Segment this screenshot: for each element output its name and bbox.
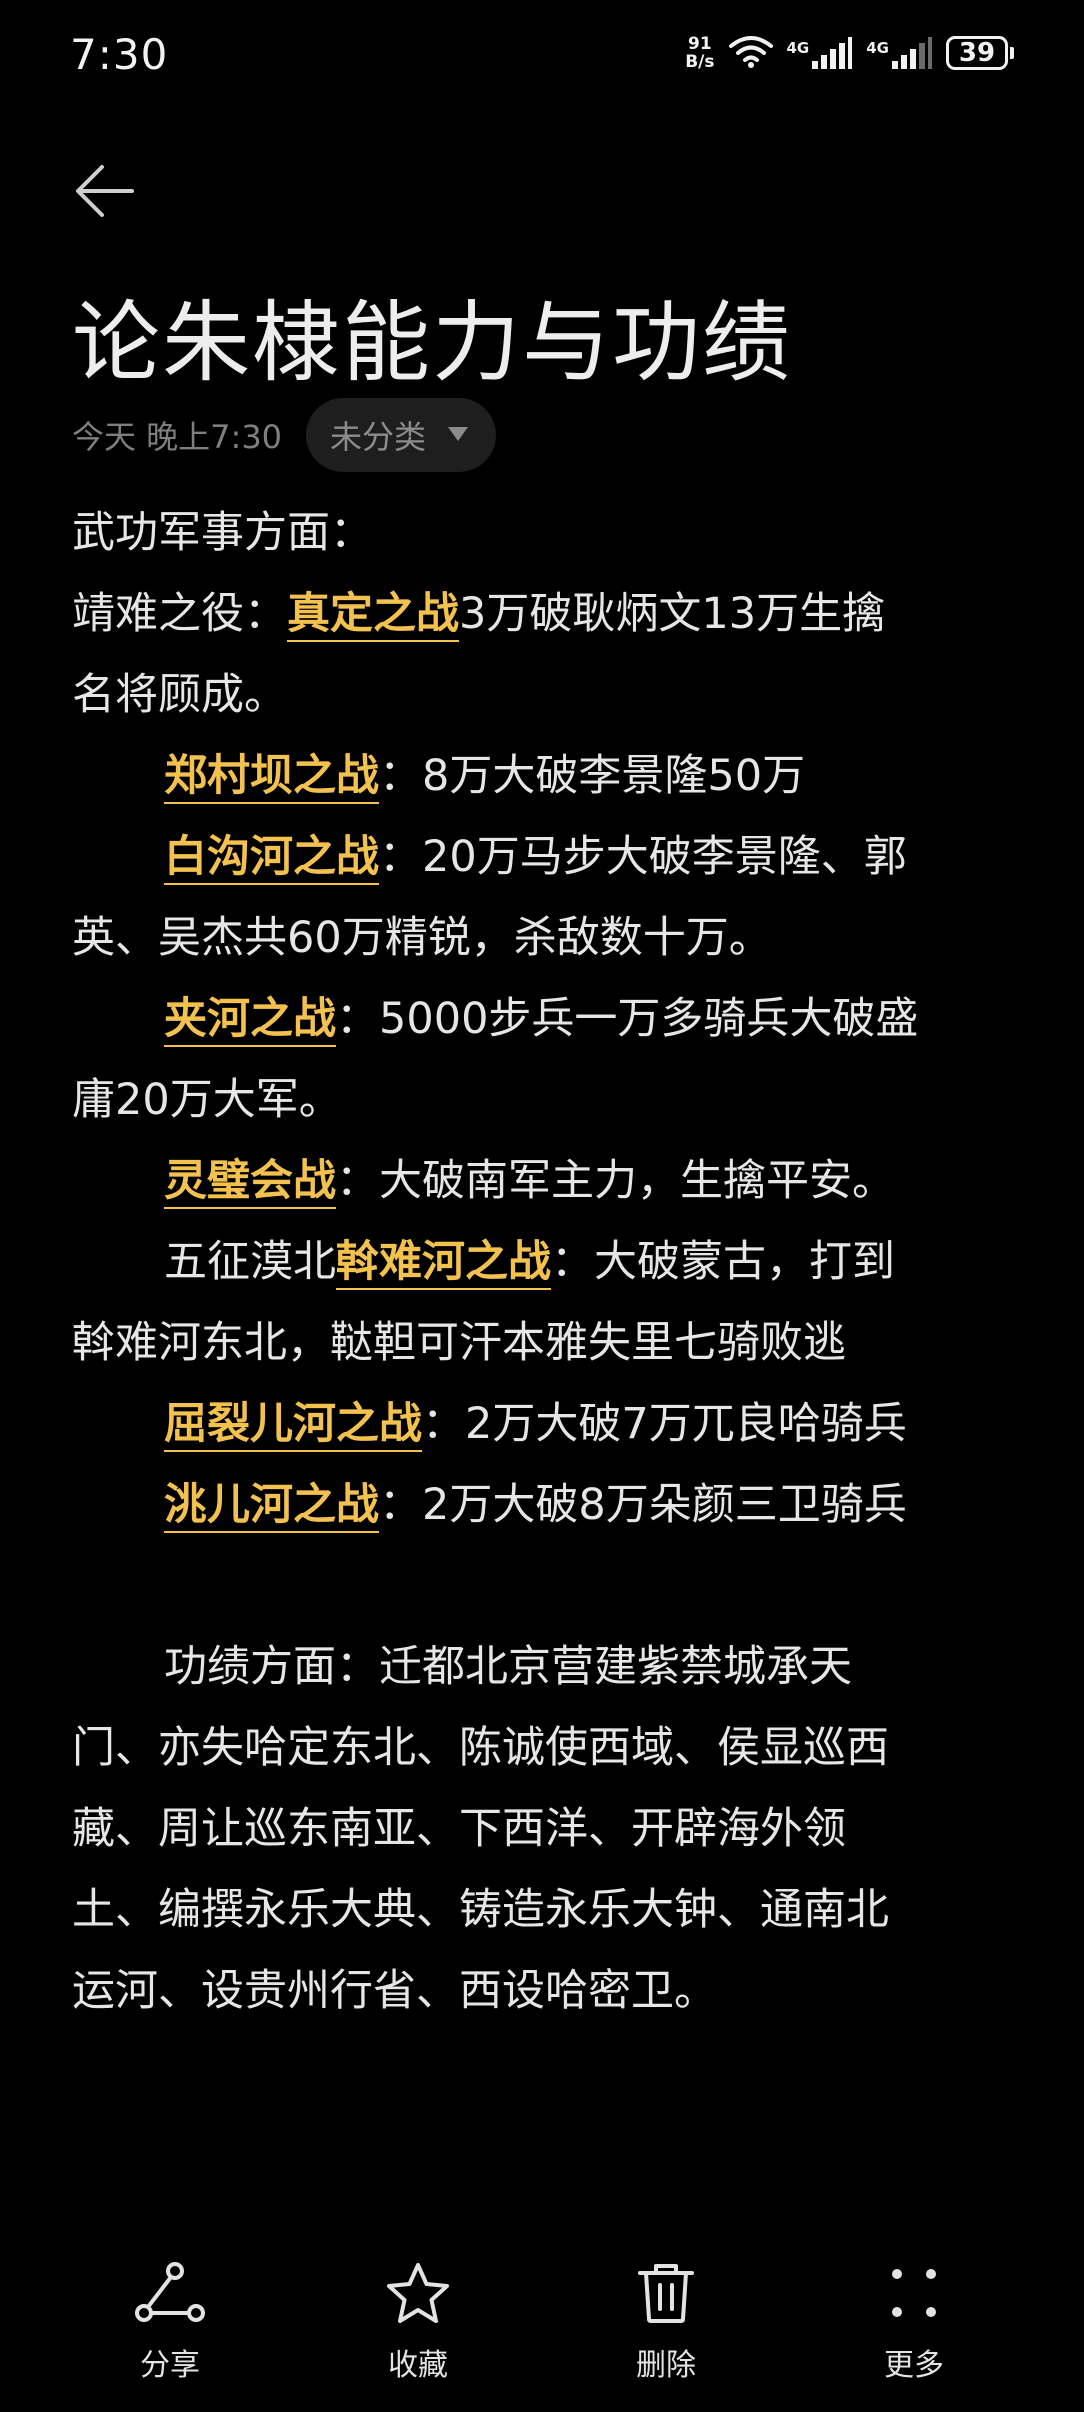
trash-icon xyxy=(631,2258,701,2328)
body-line-empty xyxy=(72,1546,1012,1627)
body-line: 门、亦失哈定东北、陈诚使西域、侯显巡西 xyxy=(72,1723,889,1773)
delete-label: 删除 xyxy=(636,2348,696,2383)
body-line: 夹河之战：5000步兵一万多骑兵大破盛 xyxy=(164,994,919,1044)
battle-link[interactable]: 斡难河之战 xyxy=(336,1237,551,1287)
battery-level: 39 xyxy=(946,36,1008,70)
battle-link[interactable]: 灵璧会战 xyxy=(164,1156,336,1206)
more-icon xyxy=(879,2258,949,2328)
body-line: 灵璧会战：大破南军主力，生擒平安。 xyxy=(164,1156,895,1206)
body-line: 屈裂儿河之战：2万大破7万兀良哈骑兵 xyxy=(164,1399,907,1449)
network-speed-unit: B/s xyxy=(685,52,715,72)
signal-icon: 4G xyxy=(787,37,853,69)
body-line: 五征漠北斡难河之战：大破蒙古，打到 xyxy=(164,1237,895,1287)
category-dropdown[interactable]: 未分类 xyxy=(306,398,497,472)
battle-link[interactable]: 洮儿河之战 xyxy=(164,1480,379,1530)
back-button[interactable] xyxy=(72,160,138,226)
body-line: 英、吴杰共60万精锐，杀敌数十万。 xyxy=(72,913,772,963)
body-line: 土、编撰永乐大典、铸造永乐大钟、通南北 xyxy=(72,1885,889,1935)
note-body[interactable]: 武功军事方面： 靖难之役：真定之战3万破耿炳文13万生擒 名将顾成。 郑村坝之战… xyxy=(72,493,1012,2032)
signal-icon: 4G xyxy=(866,37,932,69)
star-icon xyxy=(383,2258,453,2328)
category-label: 未分类 xyxy=(330,418,427,456)
body-line: 斡难河东北，鞑靼可汗本雅失里七骑败逃 xyxy=(72,1318,846,1368)
arrow-left-icon xyxy=(74,163,136,223)
signal-2-label: 4G xyxy=(866,39,889,57)
triangle-down-icon xyxy=(448,426,469,445)
body-line: 白沟河之战：20万马步大破李景隆、郭 xyxy=(164,832,907,882)
body-line: 名将顾成。 xyxy=(72,670,287,720)
status-time: 7:30 xyxy=(70,30,169,79)
delete-button[interactable]: 删除 xyxy=(586,2258,746,2384)
battle-link[interactable]: 屈裂儿河之战 xyxy=(164,1399,422,1449)
body-line: 藏、周让巡东南亚、下西洋、开辟海外领 xyxy=(72,1804,846,1854)
more-button[interactable]: 更多 xyxy=(834,2258,994,2384)
body-line: 庸20万大军。 xyxy=(72,1075,342,1125)
note-date: 今天 晚上7:30 xyxy=(72,418,283,456)
bottom-toolbar: 分享 收藏 删除 更多 xyxy=(0,2258,1084,2388)
favorite-label: 收藏 xyxy=(388,2348,448,2383)
body-line: 郑村坝之战：8万大破李景隆50万 xyxy=(164,751,806,801)
body-line: 靖难之役：真定之战3万破耿炳文13万生擒 xyxy=(72,589,886,639)
note-title[interactable]: 论朱棣能力与功绩 xyxy=(72,272,792,399)
battle-link[interactable]: 真定之战 xyxy=(287,589,459,639)
network-speed: 91 B/s xyxy=(685,35,714,71)
note-meta: 今天 晚上7:30 未分类 xyxy=(72,398,497,472)
body-line: 武功军事方面： xyxy=(72,508,373,558)
battle-link[interactable]: 夹河之战 xyxy=(164,994,336,1044)
body-line: 洮儿河之战：2万大破8万朵颜三卫骑兵 xyxy=(164,1480,907,1530)
wifi-icon xyxy=(728,34,773,72)
share-button[interactable]: 分享 xyxy=(90,2258,250,2384)
share-icon xyxy=(135,2258,205,2328)
favorite-button[interactable]: 收藏 xyxy=(338,2258,498,2384)
signal-1-label: 4G xyxy=(786,39,810,57)
body-line: 功绩方面：迁都北京营建紫禁城承天 xyxy=(164,1642,852,1692)
battle-link[interactable]: 白沟河之战 xyxy=(164,832,379,882)
share-label: 分享 xyxy=(140,2348,200,2383)
status-bar: 7:30 91 B/s 4G 4G 39 xyxy=(0,0,1084,110)
battle-link[interactable]: 郑村坝之战 xyxy=(164,751,379,801)
network-speed-value: 91 xyxy=(688,34,712,54)
body-line: 运河、设贵州行省、西设哈密卫。 xyxy=(72,1966,717,2016)
battery-icon: 39 xyxy=(946,36,1014,70)
more-label: 更多 xyxy=(884,2348,944,2383)
status-icons: 91 B/s 4G 4G 39 xyxy=(685,34,1014,72)
